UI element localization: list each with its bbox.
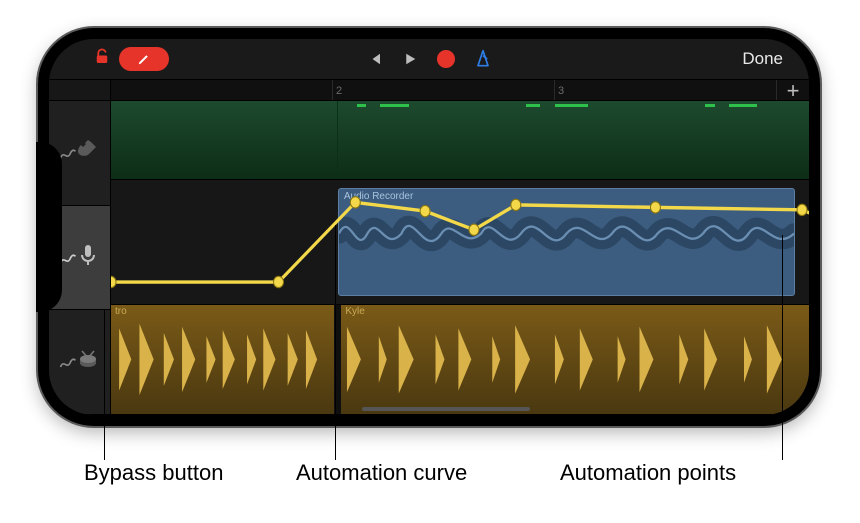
drummer-region[interactable]: Kyle — [341, 305, 809, 414]
done-button[interactable]: Done — [742, 49, 783, 69]
add-track-button[interactable]: + — [777, 80, 809, 100]
metronome-button[interactable] — [473, 49, 493, 69]
drummer-region[interactable]: tro — [111, 305, 334, 414]
app-screen: Done 2 3 + — [49, 39, 809, 415]
waveform — [339, 205, 794, 262]
edit-mode-button[interactable] — [119, 47, 169, 71]
track-header-drums[interactable] — [49, 310, 110, 415]
ruler-tick: 2 — [333, 80, 555, 100]
play-button[interactable] — [401, 50, 419, 68]
track-lane-instrument[interactable] — [111, 101, 809, 180]
region-title: Audio Recorder — [339, 189, 794, 204]
record-button[interactable] — [437, 50, 455, 68]
ruler-tick — [111, 80, 333, 100]
top-toolbar: Done — [49, 39, 809, 79]
skip-back-button[interactable] — [365, 50, 383, 68]
unlock-icon[interactable] — [93, 48, 111, 71]
drums-icon — [76, 348, 100, 377]
automation-point[interactable] — [274, 276, 284, 287]
callout-label-bypass: Bypass button — [84, 460, 223, 486]
phone-frame: Done 2 3 + — [38, 28, 820, 426]
automation-point[interactable] — [797, 204, 807, 215]
ruler-row: 2 3 + — [49, 79, 809, 101]
callout-label-points: Automation points — [560, 460, 736, 486]
notch — [36, 142, 62, 312]
timeline-ruler[interactable]: 2 3 — [111, 80, 777, 100]
audio-region[interactable]: Audio Recorder — [338, 188, 795, 296]
bypass-button[interactable] — [58, 352, 78, 372]
track-lane-audio[interactable]: Audio Recorder — [111, 180, 809, 305]
tracks-area: Audio Recorder tro — [49, 101, 809, 415]
midi-region[interactable] — [338, 101, 809, 179]
midi-region[interactable] — [111, 101, 338, 179]
sidebar-spacer — [49, 80, 111, 100]
microphone-icon — [76, 243, 100, 272]
transport-controls — [365, 49, 493, 69]
ruler-tick: 3 — [555, 80, 777, 100]
track-lanes[interactable]: Audio Recorder tro — [111, 101, 809, 415]
horizontal-scrollbar[interactable] — [362, 407, 530, 411]
track-lane-drums[interactable]: tro Kyle — [111, 305, 809, 415]
automation-point[interactable] — [111, 276, 116, 287]
callout-label-curve: Automation curve — [296, 460, 467, 486]
guitar-icon — [76, 138, 100, 167]
